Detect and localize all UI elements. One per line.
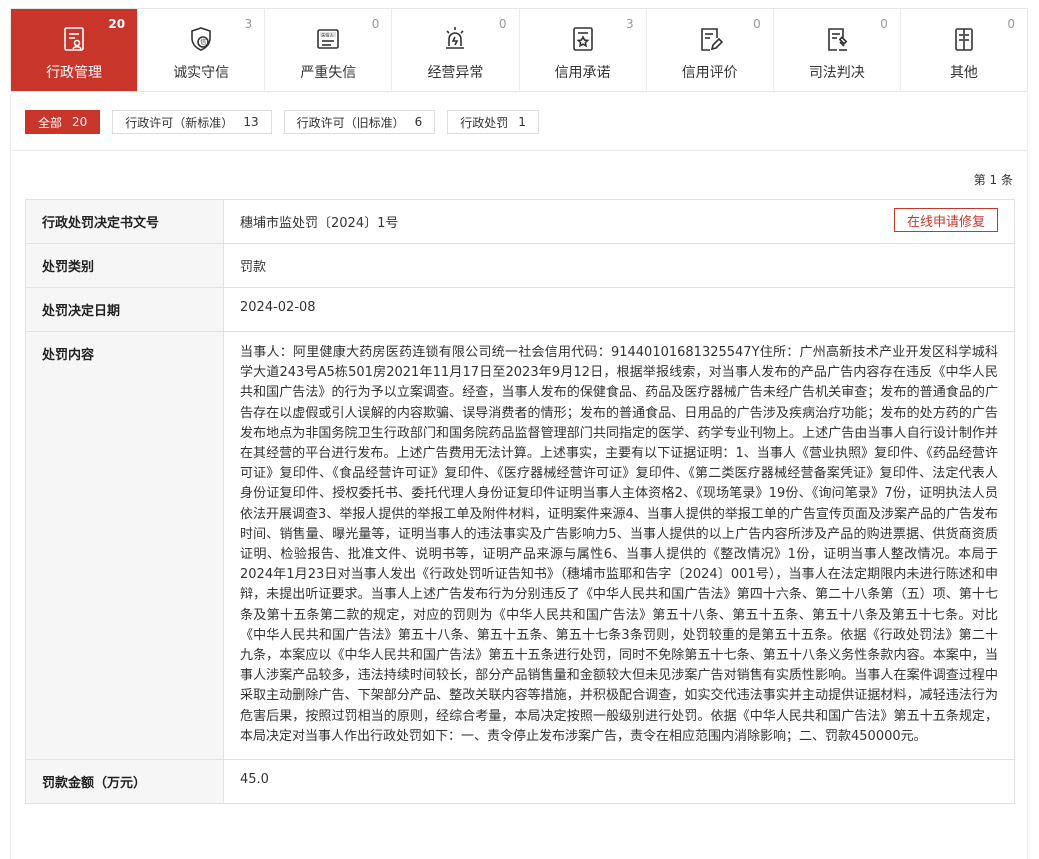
doc-no-value: 穗埔市监处罚〔2024〕1号 在线申请修复 <box>223 199 1015 244</box>
other-doc-icon <box>949 24 979 54</box>
tab-label: 司法判决 <box>808 65 865 81</box>
tab-dishonest-list[interactable]: 0 失信人严重失信 <box>265 9 393 91</box>
alarm-light-icon <box>440 24 470 54</box>
tab-count-badge: 20 <box>108 17 126 31</box>
row-content: 处罚内容 当事人：阿里健康大药房医药连锁有限公司统一社会信用代码：9144010… <box>25 330 1015 761</box>
filter-chip-label: 全部 <box>38 115 63 130</box>
category-tab-bar: 20 行政管理 3 信诚实守信 0 失信人严重失信 0 经营异常 3 信用承诺 0 信用评价 0 司法判决… <box>10 8 1028 92</box>
tab-count-badge: 0 <box>1007 17 1015 31</box>
content-value: 当事人：阿里健康大药房医药连锁有限公司统一社会信用代码：914401016813… <box>223 330 1015 761</box>
promise-star-icon <box>568 24 598 54</box>
tab-alarm-light[interactable]: 0 经营异常 <box>392 9 520 91</box>
tab-promise-star[interactable]: 3 信用承诺 <box>520 9 647 91</box>
tab-other-doc[interactable]: 0 其他 <box>901 9 1027 91</box>
page-info: 第 1 条 <box>973 173 1013 187</box>
filter-chip-count: 6 <box>414 115 423 129</box>
tab-label: 严重失信 <box>300 65 357 81</box>
doc-no-label: 行政处罚决定书文号 <box>25 199 224 244</box>
tab-shield-credit[interactable]: 3 信诚实守信 <box>138 9 266 91</box>
tab-count-badge: 0 <box>880 17 888 31</box>
shield-credit-icon: 信 <box>186 24 216 54</box>
filter-chip-bar: 全部 20 行政许可（新标准） 13 行政许可（旧标准） 6 行政处罚 1 <box>10 94 1028 150</box>
date-label: 处罚决定日期 <box>25 287 224 332</box>
filter-chip[interactable]: 行政许可（旧标准） 6 <box>283 110 436 134</box>
online-repair-button[interactable]: 在线申请修复 <box>893 208 998 232</box>
filter-chip-count: 20 <box>72 115 88 129</box>
tab-count-badge: 0 <box>371 17 380 31</box>
svg-text:失信人: 失信人 <box>322 31 335 38</box>
doc-no-text: 穗埔市监处罚〔2024〕1号 <box>240 216 399 231</box>
tab-evaluation-edit[interactable]: 0 信用评价 <box>647 9 774 91</box>
content-label: 处罚内容 <box>25 330 224 761</box>
admin-doc-icon <box>59 24 89 54</box>
filter-chip[interactable]: 行政许可（新标准） 13 <box>112 110 272 134</box>
judgment-hammer-icon <box>822 24 852 54</box>
tab-label: 行政管理 <box>46 65 103 81</box>
filter-chip-label: 行政许可（新标准） <box>125 115 234 130</box>
tab-count-badge: 0 <box>498 17 507 31</box>
tab-count-badge: 3 <box>244 17 253 31</box>
category-label: 处罚类别 <box>25 243 224 288</box>
svg-text:信: 信 <box>200 38 206 46</box>
filter-chip-count: 13 <box>243 115 259 129</box>
filter-chip[interactable]: 全部 20 <box>25 110 101 134</box>
tab-label: 诚实守信 <box>173 65 230 81</box>
tab-count-badge: 0 <box>753 17 761 31</box>
tab-count-badge: 3 <box>625 17 634 31</box>
tab-judgment-hammer[interactable]: 0 司法判决 <box>774 9 901 91</box>
filter-chip[interactable]: 行政处罚 1 <box>447 110 539 134</box>
filter-chip-label: 行政许可（旧标准） <box>296 115 405 130</box>
evaluation-edit-icon <box>695 24 725 54</box>
tab-label: 其他 <box>949 65 978 81</box>
row-category: 处罚类别 罚款 <box>25 243 1015 288</box>
row-doc-no: 行政处罚决定书文号 穗埔市监处罚〔2024〕1号 在线申请修复 <box>25 199 1015 244</box>
category-value: 罚款 <box>223 243 1015 288</box>
record-panel: ◎ 第 1 条 行政处罚决定书文号 穗埔市监处罚〔2024〕1号 在线申请修复 … <box>10 150 1028 859</box>
filter-chip-label: 行政处罚 <box>460 115 509 130</box>
amount-label: 罚款金额（万元） <box>25 759 224 805</box>
date-value: 2024-02-08 <box>223 287 1015 332</box>
row-date: 处罚决定日期 2024-02-08 <box>25 287 1015 332</box>
tab-label: 信用承诺 <box>554 65 611 81</box>
amount-value: 45.0 <box>223 759 1015 805</box>
tab-label: 经营异常 <box>427 65 484 81</box>
tab-label: 信用评价 <box>681 65 738 81</box>
tab-admin-doc[interactable]: 20 行政管理 <box>11 9 139 91</box>
row-amount: 罚款金额（万元） 45.0 <box>25 759 1015 805</box>
filter-chip-count: 1 <box>518 115 526 129</box>
record-detail-table: 行政处罚决定书文号 穗埔市监处罚〔2024〕1号 在线申请修复 处罚类别 罚款 … <box>25 199 1015 805</box>
dishonest-list-icon: 失信人 <box>313 24 343 54</box>
